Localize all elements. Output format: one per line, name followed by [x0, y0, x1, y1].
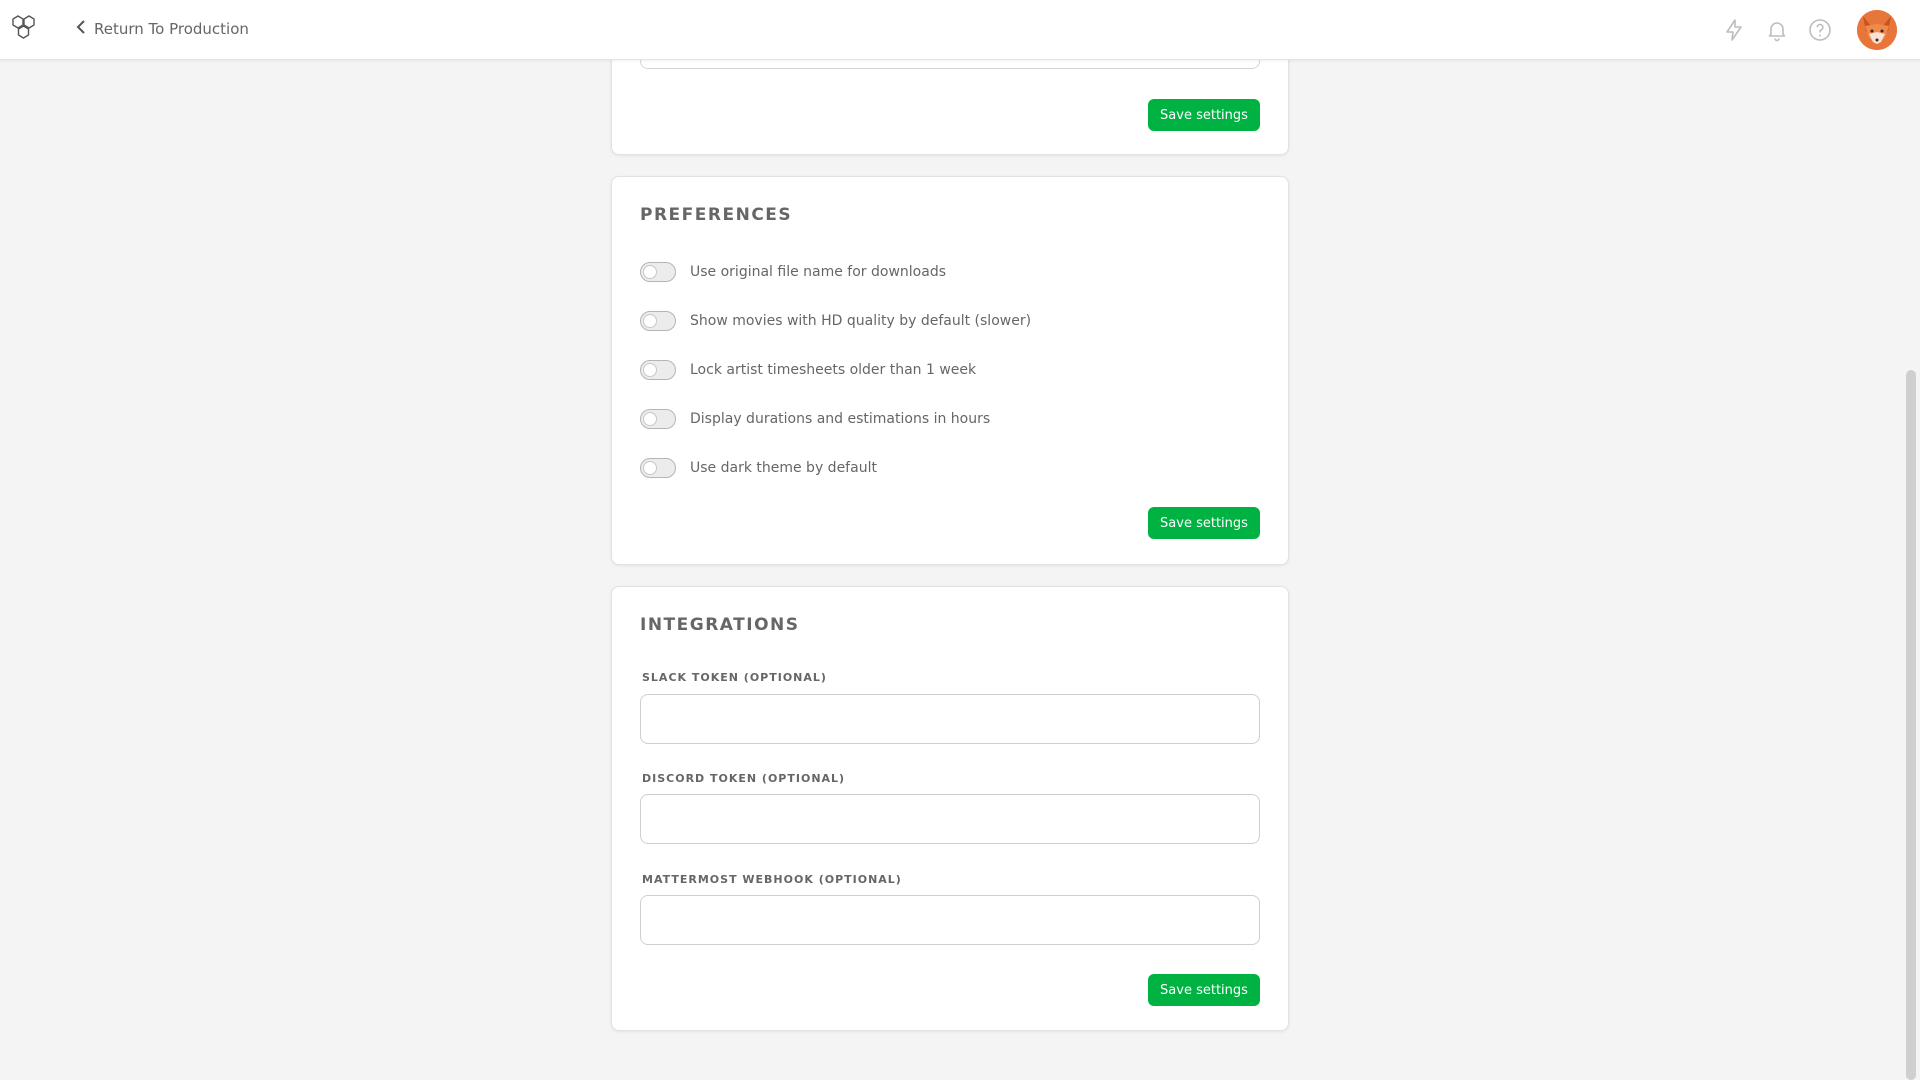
slack-token-input[interactable] — [640, 694, 1260, 744]
slack-token-label: SLACK TOKEN (OPTIONAL) — [642, 671, 827, 684]
return-to-production-label: Return To Production — [94, 20, 249, 38]
return-to-production-link[interactable]: Return To Production — [76, 18, 249, 40]
toggle-label: Show movies with HD quality by default (… — [690, 313, 1032, 329]
scrollbar-thumb[interactable] — [1906, 370, 1916, 1080]
toggle-label: Lock artist timesheets older than 1 week — [690, 362, 977, 378]
lightning-icon[interactable] — [1721, 17, 1747, 43]
toggle-label: Use dark theme by default — [690, 460, 877, 476]
toggle-switch[interactable] — [640, 409, 676, 429]
toggle-dark-theme[interactable]: Use dark theme by default — [640, 457, 877, 479]
toggle-durations-hours[interactable]: Display durations and estimations in hou… — [640, 408, 990, 430]
toggle-label: Display durations and estimations in hou… — [690, 411, 991, 427]
toggle-switch[interactable] — [640, 360, 676, 380]
mattermost-webhook-input[interactable] — [640, 895, 1260, 945]
preferences-card: PREFERENCES Use original file name for d… — [611, 176, 1289, 565]
toggle-hd-quality[interactable]: Show movies with HD quality by default (… — [640, 310, 1031, 332]
top-icons — [1721, 10, 1897, 50]
fox-avatar[interactable] — [1857, 10, 1897, 50]
toggle-switch[interactable] — [640, 262, 676, 282]
bell-icon[interactable] — [1764, 17, 1790, 43]
save-settings-button-top[interactable]: Save settings — [1148, 99, 1260, 131]
integrations-title: INTEGRATIONS — [640, 615, 800, 635]
discord-token-label: DISCORD TOKEN (OPTIONAL) — [642, 772, 846, 785]
toggle-original-file-name[interactable]: Use original file name for downloads — [640, 261, 946, 283]
chevron-left-icon — [76, 20, 86, 38]
top-bar: Return To Production — [0, 0, 1920, 60]
integrations-card: INTEGRATIONS SLACK TOKEN (OPTIONAL) DISC… — [611, 586, 1289, 1031]
toggle-lock-timesheets[interactable]: Lock artist timesheets older than 1 week — [640, 359, 976, 381]
discord-token-input[interactable] — [640, 794, 1260, 844]
save-settings-button-integrations[interactable]: Save settings — [1148, 974, 1260, 1006]
save-settings-button-preferences[interactable]: Save settings — [1148, 507, 1260, 539]
help-circle-icon[interactable] — [1807, 17, 1833, 43]
mattermost-webhook-label: MATTERMOST WEBHOOK (OPTIONAL) — [642, 873, 902, 886]
hexagon-logo-icon[interactable] — [8, 12, 44, 48]
preferences-title: PREFERENCES — [640, 205, 793, 225]
toggle-switch[interactable] — [640, 311, 676, 331]
toggle-switch[interactable] — [640, 458, 676, 478]
toggle-label: Use original file name for downloads — [690, 264, 946, 280]
